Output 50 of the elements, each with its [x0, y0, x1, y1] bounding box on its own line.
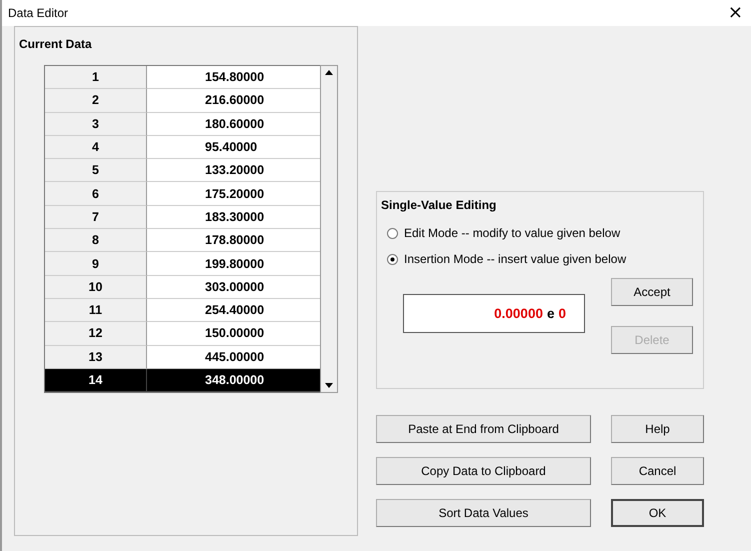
- radio-label[interactable]: Insertion Mode -- insert value given below: [404, 252, 626, 266]
- exponent-text: 0: [558, 306, 566, 321]
- window-title: Data Editor: [8, 6, 68, 20]
- row-number[interactable]: 12: [45, 322, 147, 346]
- action-button[interactable]: OK: [611, 499, 704, 527]
- action-button[interactable]: Cancel: [611, 457, 704, 485]
- value-cell[interactable]: 133.20000: [147, 159, 320, 182]
- value-cell[interactable]: 95.40000: [147, 136, 320, 160]
- value-cell[interactable]: 175.20000: [147, 182, 320, 206]
- value-cell[interactable]: 216.60000: [147, 89, 320, 113]
- scroll-up-icon[interactable]: [325, 70, 333, 75]
- action-button[interactable]: Paste at End from Clipboard: [376, 415, 591, 443]
- value-cell[interactable]: 183.30000: [147, 206, 320, 230]
- value-cell[interactable]: 150.00000: [147, 322, 320, 346]
- row-number[interactable]: 9: [45, 252, 147, 276]
- mantissa-text: 0.00000: [494, 306, 543, 321]
- row-number[interactable]: 11: [45, 298, 147, 322]
- group-title: Current Data: [19, 37, 92, 51]
- row-number[interactable]: 4: [45, 136, 147, 160]
- radio-label[interactable]: Edit Mode -- modify to value given below: [404, 226, 620, 240]
- radio-button[interactable]: [387, 254, 398, 264]
- value-cell[interactable]: 445.00000: [147, 346, 320, 369]
- accept-button[interactable]: Accept: [611, 278, 693, 306]
- row-number[interactable]: 14: [45, 368, 147, 392]
- row-number[interactable]: 5: [45, 159, 147, 182]
- value-cell[interactable]: 199.80000: [147, 252, 320, 276]
- action-button[interactable]: Help: [611, 415, 704, 443]
- row-number[interactable]: 2: [45, 89, 147, 113]
- value-cell[interactable]: 154.80000: [147, 66, 320, 90]
- row-number[interactable]: 6: [45, 182, 147, 206]
- row-number[interactable]: 7: [45, 206, 147, 230]
- value-cell[interactable]: 178.80000: [147, 229, 320, 252]
- group-title: Single-Value Editing: [381, 198, 496, 212]
- row-number[interactable]: 1: [45, 66, 147, 90]
- scrollbar[interactable]: [320, 65, 338, 394]
- value-cell[interactable]: 303.00000: [147, 276, 320, 299]
- row-number[interactable]: 8: [45, 229, 147, 252]
- action-button[interactable]: Sort Data Values: [376, 499, 591, 527]
- close-button[interactable]: ×: [726, 4, 745, 22]
- radio-button[interactable]: [387, 228, 398, 238]
- value-field[interactable]: 0.00000 e 0: [403, 294, 585, 333]
- row-number[interactable]: 10: [45, 276, 147, 299]
- row-number[interactable]: 13: [45, 346, 147, 369]
- value-cell[interactable]: 180.60000: [147, 112, 320, 136]
- value-cell[interactable]: 348.00000: [147, 368, 320, 392]
- scroll-down-icon[interactable]: [325, 383, 333, 388]
- action-button[interactable]: Copy Data to Clipboard: [376, 457, 591, 485]
- row-number[interactable]: 3: [45, 112, 147, 136]
- exponent-separator: e: [546, 306, 554, 321]
- value-cell[interactable]: 254.40000: [147, 298, 320, 322]
